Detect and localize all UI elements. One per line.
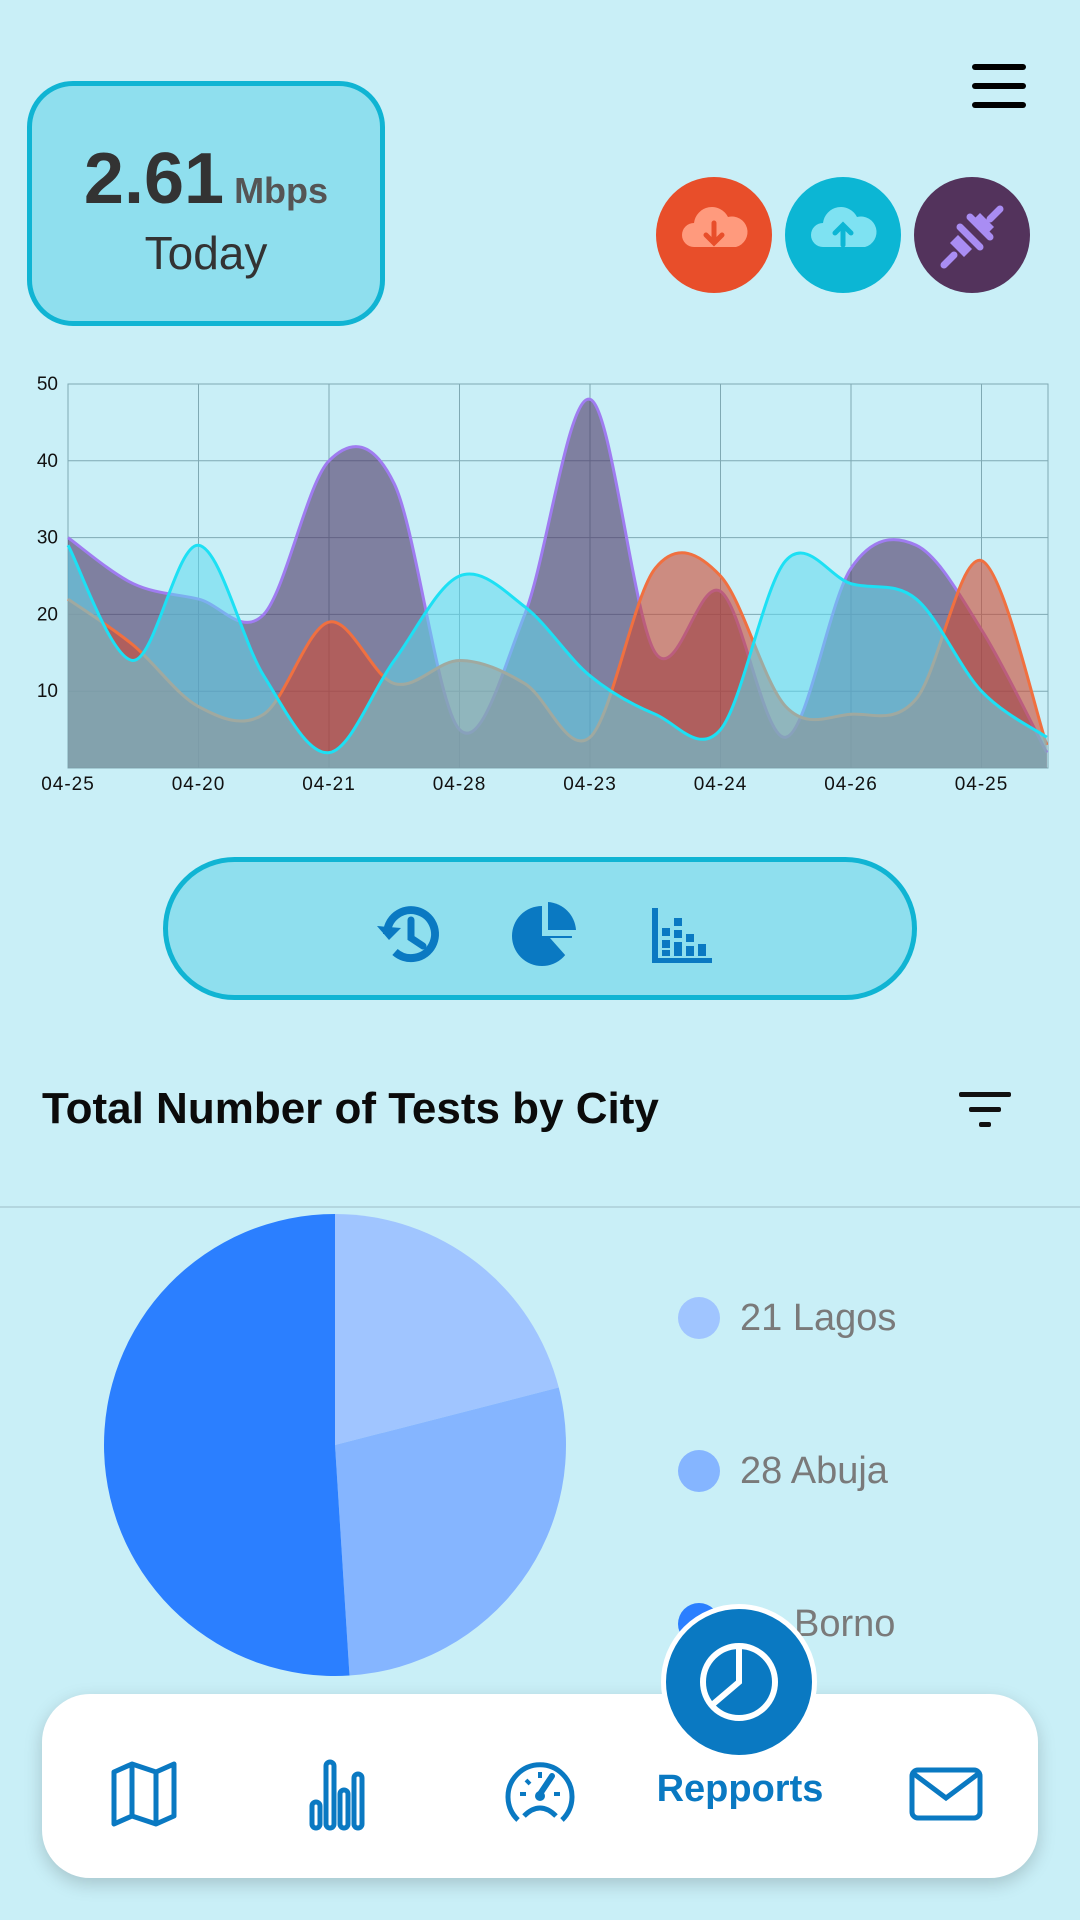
legend-label: 21 Lagos <box>740 1297 897 1339</box>
x-tick-label: 04-25 <box>955 774 1009 795</box>
x-tick-label: 04-20 <box>172 774 226 795</box>
x-tick-label: 04-25 <box>41 774 95 795</box>
filter-icon[interactable] <box>955 1088 1015 1132</box>
reports-nav-label: Repports <box>656 1768 824 1810</box>
pie-slice-borno <box>103 1214 350 1676</box>
legend-label: 28 Abuja <box>740 1450 888 1492</box>
download-button[interactable] <box>656 177 772 293</box>
bar-chart-icon[interactable] <box>302 1754 382 1834</box>
legend-dot <box>678 1297 720 1339</box>
upload-button[interactable] <box>785 177 901 293</box>
pie-chart-icon[interactable] <box>510 900 580 970</box>
legend-dot <box>678 1450 720 1492</box>
view-switch <box>163 857 917 1000</box>
x-tick-label: 04-28 <box>433 774 487 795</box>
plug-icon <box>940 205 1004 269</box>
y-tick-label: 10 <box>37 681 58 702</box>
x-tick-label: 04-21 <box>302 774 356 795</box>
x-tick-label: 04-23 <box>563 774 617 795</box>
section-title: Total Number of Tests by City <box>42 1084 659 1133</box>
x-tick-label: 04-26 <box>824 774 878 795</box>
speed-value: 2.61 <box>83 139 225 219</box>
section-divider <box>0 1206 1080 1208</box>
mail-icon[interactable] <box>906 1754 986 1834</box>
x-tick-label: 04-24 <box>694 774 748 795</box>
y-tick-label: 50 <box>37 374 58 395</box>
speed-period-label: Today <box>144 227 268 279</box>
pie-chart <box>103 1214 566 1676</box>
reports-nav-button[interactable] <box>661 1604 817 1760</box>
bottom-nav <box>42 1694 1038 1878</box>
reports-icon <box>700 1643 778 1721</box>
y-tick-label: 20 <box>37 604 58 625</box>
y-tick-label: 30 <box>37 528 58 549</box>
connection-button[interactable] <box>914 177 1030 293</box>
speedometer-icon[interactable] <box>500 1754 580 1834</box>
cloud-upload-icon <box>811 207 877 248</box>
map-icon[interactable] <box>104 1754 184 1834</box>
area-chart: 10 20 30 40 50 04-25 04-20 04-21 04-28 04-23 04-24… <box>37 374 1049 795</box>
y-tick-label: 40 <box>37 451 58 472</box>
history-icon[interactable] <box>373 900 443 970</box>
menu-button[interactable] <box>966 58 1032 114</box>
bar-chart-icon[interactable] <box>646 900 716 970</box>
cloud-download-icon <box>682 207 748 247</box>
speed-card: 2.61 Mbps Today <box>27 81 385 326</box>
speed-unit: Mbps <box>234 170 329 211</box>
